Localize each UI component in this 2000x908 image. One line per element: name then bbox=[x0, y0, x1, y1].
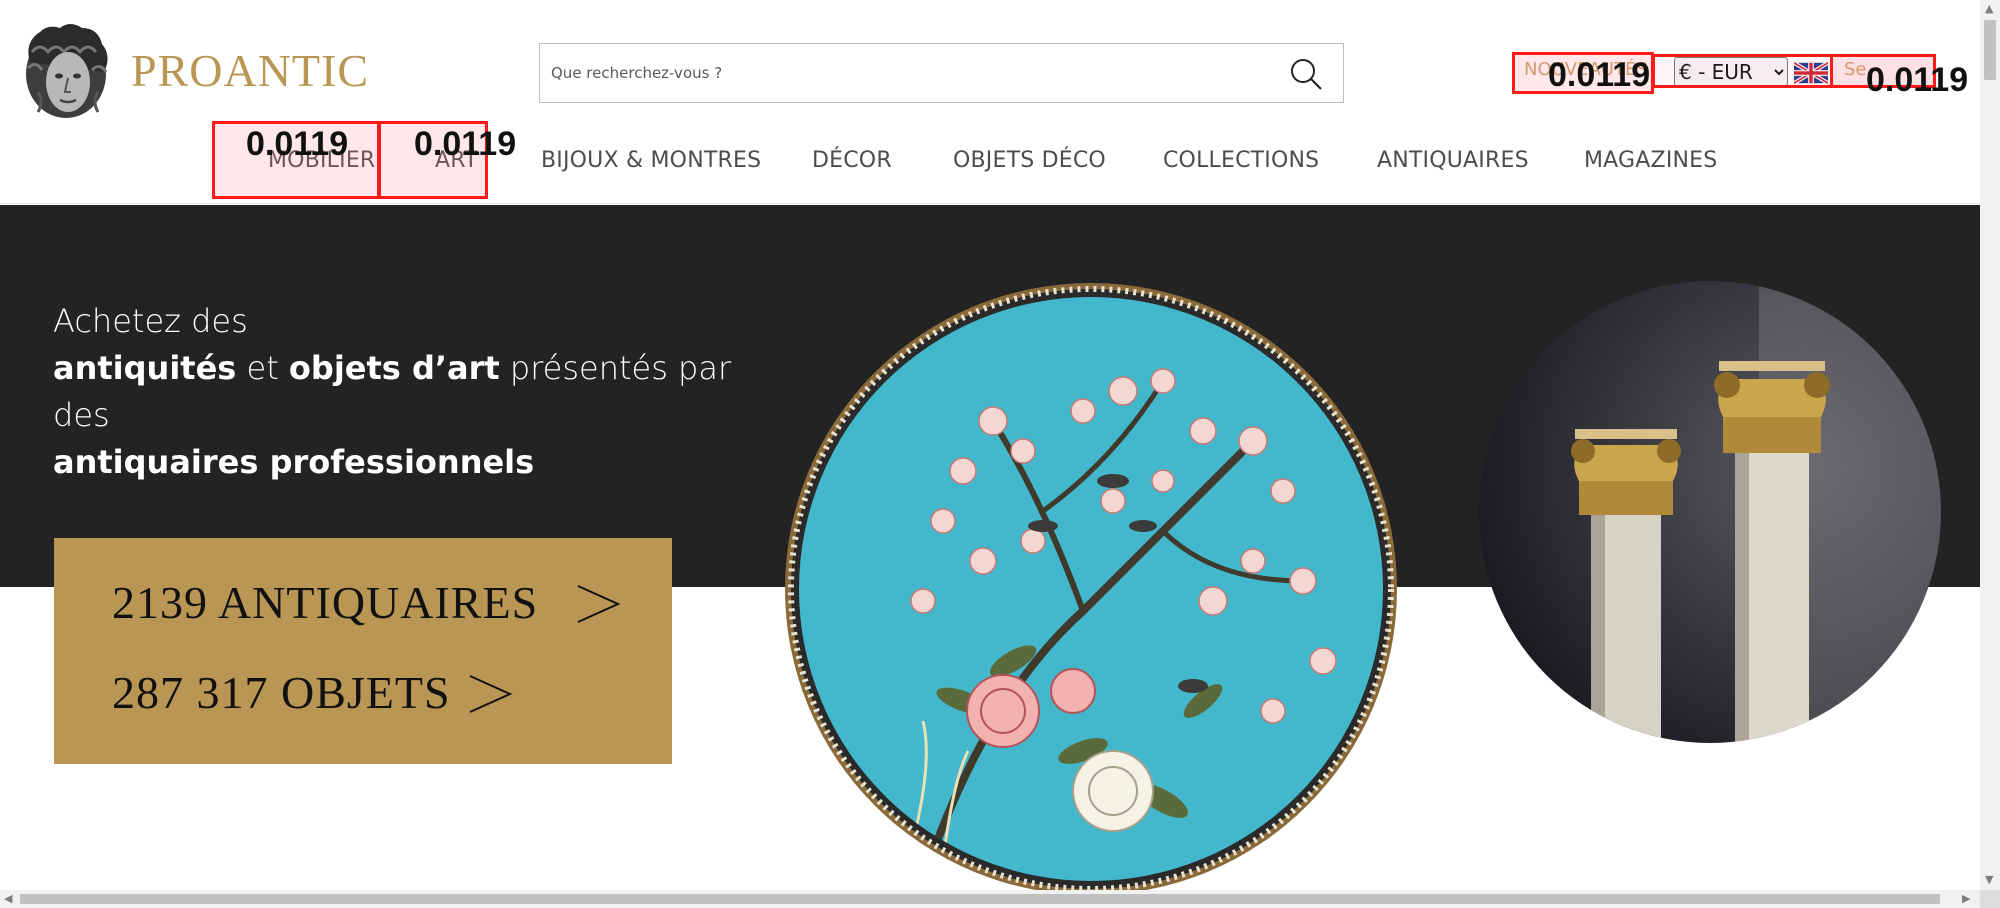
cloisonne-plate-image[interactable] bbox=[783, 281, 1399, 897]
scroll-up-icon[interactable]: ▲ bbox=[1985, 3, 1993, 14]
antiquaires-count-link[interactable]: 2139 ANTIQUAIRES bbox=[112, 576, 538, 629]
scroll-right-icon[interactable]: ▶ bbox=[1962, 893, 1970, 904]
horizontal-scrollbar[interactable]: ◀ ▶ bbox=[0, 890, 1980, 908]
nav-item-objets-deco[interactable]: OBJETS DÉCO bbox=[953, 148, 1106, 173]
chevron-right-icon[interactable] bbox=[574, 580, 622, 628]
scroll-left-icon[interactable]: ◀ bbox=[4, 893, 12, 904]
chevron-right-icon[interactable] bbox=[466, 670, 514, 718]
search-bar bbox=[539, 43, 1344, 103]
vertical-scroll-thumb[interactable] bbox=[1984, 20, 1996, 80]
nav-item-collections[interactable]: COLLECTIONS bbox=[1163, 148, 1319, 173]
annotation-score-nouveautes: 0.0119 bbox=[1548, 56, 1651, 94]
objets-count-link[interactable]: 287 317 OBJETS bbox=[112, 666, 451, 719]
vertical-scrollbar[interactable]: ▲ ▼ bbox=[1980, 0, 2000, 890]
hero-bold-objets-art: objets d’art bbox=[288, 349, 500, 387]
hero-bold-antiquites: antiquités bbox=[53, 349, 237, 387]
hero-tagline: Achetez des antiquités et objets d’art p… bbox=[53, 298, 773, 486]
annotation-score-art: 0.0119 bbox=[414, 125, 517, 163]
nav-item-magazines[interactable]: MAGAZINES bbox=[1584, 148, 1717, 173]
annotation-score-signin: 0.0119 bbox=[1866, 61, 1969, 99]
hero-line-1: Achetez des bbox=[53, 302, 248, 340]
brand-name[interactable]: PROANTIC bbox=[131, 48, 369, 94]
nav-item-bijoux-montres[interactable]: BIJOUX & MONTRES bbox=[541, 148, 761, 173]
stats-cta-box: 2139 ANTIQUAIRES 287 317 OBJETS bbox=[54, 538, 672, 764]
corinthian-columns-image[interactable] bbox=[1479, 281, 1941, 743]
scrollbar-corner bbox=[1980, 890, 2000, 908]
nav-item-antiquaires[interactable]: ANTIQUAIRES bbox=[1377, 148, 1529, 173]
annotation-score-mobilier: 0.0119 bbox=[246, 125, 349, 163]
hero-bold-antiquaires-pro: antiquaires professionnels bbox=[53, 443, 535, 481]
medusa-logo-icon[interactable] bbox=[18, 22, 114, 122]
scroll-down-icon[interactable]: ▼ bbox=[1985, 874, 1993, 885]
nav-item-decor[interactable]: DÉCOR bbox=[812, 148, 892, 173]
hero-text-et: et bbox=[236, 349, 289, 387]
search-icon[interactable] bbox=[1289, 57, 1323, 91]
horizontal-scroll-thumb[interactable] bbox=[20, 894, 1940, 904]
search-input[interactable] bbox=[540, 44, 1280, 102]
